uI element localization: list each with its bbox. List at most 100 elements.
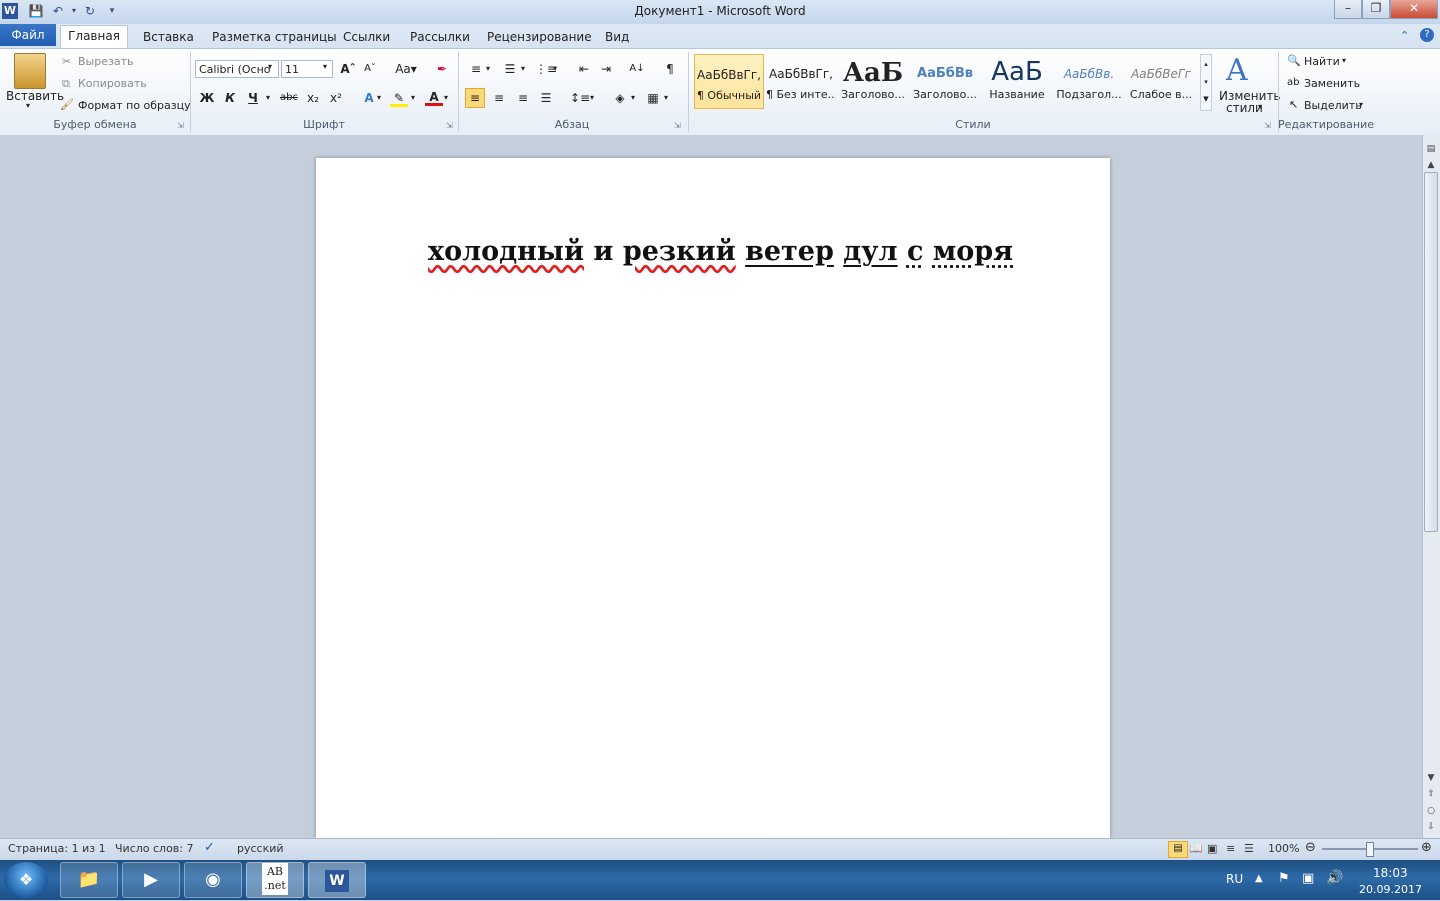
- style-heading-1[interactable]: АаБ Заголово...: [838, 54, 908, 109]
- scrollbar-thumb[interactable]: [1424, 172, 1438, 532]
- change-styles-icon[interactable]: A: [1226, 53, 1248, 88]
- numbering-icon[interactable]: ☰: [501, 60, 519, 78]
- style-title[interactable]: АаБ Название: [982, 54, 1052, 109]
- media-player-icon[interactable]: ▶: [122, 862, 180, 898]
- start-button[interactable]: ❖: [4, 862, 48, 898]
- paragraph-launcher-icon[interactable]: ⇲: [674, 121, 681, 130]
- replace-button[interactable]: Заменить: [1304, 77, 1360, 90]
- zoom-in-icon[interactable]: ⊕: [1421, 840, 1432, 855]
- minimize-button[interactable]: –: [1334, 0, 1362, 19]
- cut-button[interactable]: Вырезать: [78, 55, 133, 68]
- strikethrough-icon[interactable]: abc: [279, 89, 299, 107]
- format-painter-button[interactable]: Формат по образцу: [78, 99, 191, 112]
- tab-references[interactable]: Ссылки: [339, 27, 394, 48]
- align-left-icon[interactable]: ≡: [465, 88, 485, 108]
- line-spacing-dropdown-icon[interactable]: ▾: [590, 93, 594, 102]
- italic-button[interactable]: К: [221, 89, 239, 107]
- find-button[interactable]: Найти: [1304, 55, 1340, 68]
- ruler-toggle-icon[interactable]: ▤: [1423, 142, 1439, 156]
- style-no-spacing[interactable]: АаБбВвГг, ¶ Без инте...: [766, 54, 836, 109]
- show-marks-icon[interactable]: ¶: [661, 60, 679, 78]
- text-effects-dropdown-icon[interactable]: ▾: [377, 93, 381, 102]
- document-text[interactable]: холодный и резкий ветер дул с моря: [428, 236, 1013, 267]
- maximize-button[interactable]: ❐: [1362, 0, 1390, 19]
- print-layout-icon[interactable]: ▤: [1168, 841, 1188, 858]
- bullets-dropdown-icon[interactable]: ▾: [486, 64, 490, 73]
- select-button[interactable]: Выделить: [1304, 99, 1362, 112]
- borders-dropdown-icon[interactable]: ▾: [664, 93, 668, 102]
- font-name-dropdown-icon[interactable]: ▾: [268, 62, 272, 71]
- more-icon[interactable]: ▼: [1201, 91, 1211, 107]
- subscript-icon[interactable]: x₂: [304, 89, 322, 107]
- minimize-ribbon-icon[interactable]: ⌃: [1400, 29, 1409, 42]
- paste-icon[interactable]: [14, 53, 46, 89]
- line-spacing-icon[interactable]: ↕≡: [570, 89, 590, 107]
- highlight-dropdown-icon[interactable]: ▾: [411, 93, 415, 102]
- change-styles-dropdown-icon[interactable]: ▾: [1258, 102, 1262, 111]
- font-launcher-icon[interactable]: ⇲: [446, 121, 453, 130]
- scroll-up-icon[interactable]: ▴: [1201, 55, 1211, 73]
- previous-page-icon[interactable]: ⇧: [1423, 787, 1439, 801]
- change-case-icon[interactable]: Aa▾: [393, 60, 419, 78]
- clock-date[interactable]: 20.09.2017: [1359, 883, 1422, 896]
- highlight-icon[interactable]: ✎: [390, 89, 408, 107]
- tab-page-layout[interactable]: Разметка страницы: [208, 27, 341, 48]
- select-browse-object-icon[interactable]: ○: [1423, 804, 1439, 818]
- bullets-icon[interactable]: ≡: [467, 60, 485, 78]
- text-effects-icon[interactable]: A: [360, 89, 378, 107]
- tab-view[interactable]: Вид: [601, 27, 633, 48]
- next-page-icon[interactable]: ⇩: [1423, 820, 1439, 834]
- find-dropdown-icon[interactable]: ▾: [1342, 56, 1346, 65]
- decrease-indent-icon[interactable]: ⇤: [575, 60, 593, 78]
- paste-dropdown-icon[interactable]: ▾: [26, 101, 30, 110]
- scroll-up-icon[interactable]: ▲: [1423, 158, 1439, 172]
- clear-formatting-icon[interactable]: ✒: [433, 60, 451, 78]
- bold-button[interactable]: Ж: [198, 89, 216, 107]
- select-dropdown-icon[interactable]: ▾: [1359, 100, 1363, 109]
- close-button[interactable]: ✕: [1390, 0, 1438, 19]
- style-subtitle[interactable]: АаБбВв. Подзагол...: [1054, 54, 1124, 109]
- firefox-icon[interactable]: ◉: [184, 862, 242, 898]
- scroll-down-icon[interactable]: ▼: [1423, 771, 1439, 785]
- underline-dropdown-icon[interactable]: ▾: [266, 93, 270, 102]
- word-taskbar-icon[interactable]: W: [308, 862, 366, 898]
- tab-file[interactable]: Файл: [0, 24, 56, 46]
- align-right-icon[interactable]: ≡: [514, 89, 532, 107]
- tab-mailings[interactable]: Рассылки: [406, 27, 474, 48]
- copy-button[interactable]: Копировать: [78, 77, 147, 90]
- multilevel-list-icon[interactable]: ⋮≡: [535, 60, 557, 78]
- style-heading-2[interactable]: АаБбВв Заголово...: [910, 54, 980, 109]
- tab-review[interactable]: Рецензирование: [483, 27, 596, 48]
- style-normal[interactable]: АаБбВвГг, ¶ Обычный: [694, 54, 764, 109]
- font-size-dropdown-icon[interactable]: ▾: [323, 62, 327, 71]
- grow-font-icon[interactable]: Aˆ: [339, 60, 357, 78]
- paste-button[interactable]: Вставить: [6, 89, 64, 103]
- font-name-combo[interactable]: Calibri (Осно: [195, 60, 279, 78]
- page-count[interactable]: Страница: 1 из 1: [8, 842, 106, 855]
- customize-icon[interactable]: ▾: [104, 3, 120, 19]
- font-color-icon[interactable]: A: [425, 88, 443, 106]
- font-color-dropdown-icon[interactable]: ▾: [444, 93, 448, 102]
- style-subtle-emphasis[interactable]: АаБбВеГг Слабое в...: [1126, 54, 1196, 109]
- word-icon[interactable]: W: [2, 3, 18, 19]
- increase-indent-icon[interactable]: ⇥: [597, 60, 615, 78]
- clipboard-launcher-icon[interactable]: ⇲: [177, 121, 184, 130]
- web-layout-icon[interactable]: ▣: [1207, 842, 1217, 855]
- proofing-icon[interactable]: ✓: [204, 840, 215, 855]
- zoom-level[interactable]: 100%: [1268, 842, 1299, 855]
- zoom-slider-thumb[interactable]: [1366, 842, 1374, 857]
- tab-home[interactable]: Главная: [60, 25, 128, 49]
- draft-icon[interactable]: ☰: [1244, 842, 1254, 855]
- undo-dropdown-icon[interactable]: ▾: [66, 3, 82, 19]
- justify-icon[interactable]: ☰: [537, 89, 555, 107]
- volume-icon[interactable]: 🔊: [1326, 870, 1343, 886]
- multilevel-dropdown-icon[interactable]: ▾: [553, 64, 557, 73]
- outline-icon[interactable]: ≡: [1226, 842, 1235, 855]
- redo-icon[interactable]: ↻: [82, 3, 98, 19]
- language-switcher[interactable]: RU: [1226, 872, 1243, 886]
- styles-launcher-icon[interactable]: ⇲: [1264, 121, 1271, 130]
- numbering-dropdown-icon[interactable]: ▾: [521, 64, 525, 73]
- word-count[interactable]: Число слов: 7: [115, 842, 194, 855]
- sort-icon[interactable]: A↓: [628, 60, 646, 78]
- underline-button[interactable]: Ч: [244, 89, 262, 107]
